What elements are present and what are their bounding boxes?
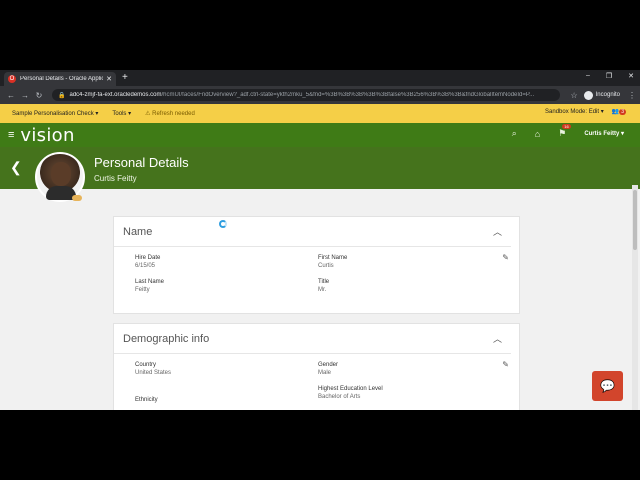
- field-value: Bachelor of Arts: [318, 394, 361, 400]
- loading-spinner-icon: [219, 220, 227, 228]
- field-label: Highest Education Level: [318, 386, 383, 392]
- sandbox-people-icon[interactable]: 👥 3: [612, 108, 626, 115]
- person-name: Curtis Feitty: [94, 174, 137, 183]
- page-scrollbar[interactable]: [632, 185, 638, 410]
- chevron-up-icon[interactable]: ︿: [493, 225, 502, 238]
- last-name-field: Last Name Feitty: [135, 279, 164, 293]
- field-label: Ethnicity: [135, 397, 158, 403]
- scroll-thumb[interactable]: [633, 190, 637, 250]
- personalisation-menu[interactable]: Sample Personalisation Check ▾: [12, 110, 98, 117]
- field-value: Mr.: [318, 287, 327, 293]
- edit-pencil-icon[interactable]: ✎: [502, 360, 509, 369]
- page-title: Personal Details: [94, 155, 189, 170]
- url-path: /hcmUI/faces/FndOverview?_adf.ctrl-state…: [161, 92, 535, 98]
- chevron-up-icon[interactable]: ︿: [493, 332, 502, 345]
- sandbox-mode-menu[interactable]: Sandbox Mode: Edit ▾: [545, 108, 604, 115]
- page-title-band: ❮ Personal Details Curtis Feitty: [0, 147, 640, 202]
- hamburger-menu-icon[interactable]: ≡: [8, 129, 14, 141]
- sandbox-right: Sandbox Mode: Edit ▾ 👥 3: [545, 108, 626, 115]
- notifications-icon[interactable]: ⚑ 16: [558, 124, 571, 139]
- hire-date-field: Hire Date 6/15/05: [135, 255, 160, 269]
- refresh-label: Refresh needed: [152, 111, 195, 117]
- url-text: adc4-zmjf-fa-ext.oracledemos.com/hcmUI/f…: [69, 92, 534, 98]
- address-bar: ← → ↻ 🔒 adc4-zmjf-fa-ext.oracledemos.com…: [0, 86, 640, 104]
- gender-field: Gender Male: [318, 362, 338, 376]
- chat-bubble-icon: 💬: [600, 379, 615, 393]
- status-badge: [72, 195, 82, 201]
- browser-tab[interactable]: O Personal Details - Oracle Applica ✕: [4, 72, 116, 86]
- url-host: adc4-zmjf-fa-ext.oracledemos.com: [69, 92, 162, 98]
- search-icon[interactable]: ⌕: [512, 128, 517, 139]
- window-controls: – ❐ ✕: [586, 72, 634, 80]
- bookmark-star-icon[interactable]: ☆: [570, 91, 577, 100]
- name-card: Name ︿ ✎ Hire Date 6/15/05 First Name Cu…: [113, 216, 520, 314]
- first-name-field: First Name Curtis: [318, 255, 347, 269]
- avatar-face: [51, 162, 71, 186]
- browser-menu-icon[interactable]: ⋮: [628, 91, 636, 100]
- field-value: United States: [135, 370, 172, 376]
- field-label: First Name: [318, 255, 348, 261]
- refresh-needed-link[interactable]: ⚠ Refresh needed: [145, 110, 195, 117]
- education-field: Highest Education Level Bachelor of Arts: [318, 386, 383, 400]
- field-value: Curtis: [318, 263, 334, 269]
- close-tab-icon[interactable]: ✕: [106, 75, 112, 83]
- home-icon[interactable]: ⌂: [535, 129, 540, 139]
- restore-icon[interactable]: ❐: [606, 72, 612, 80]
- incognito-indicator: Incognito: [583, 90, 620, 100]
- title-field: Title Mr.: [318, 279, 329, 293]
- oracle-favicon-icon: O: [8, 75, 16, 83]
- chat-button[interactable]: 💬: [592, 371, 623, 401]
- ethnicity-field: Ethnicity: [135, 397, 158, 405]
- name-card-header[interactable]: Name ︿: [114, 217, 511, 247]
- tab-strip: O Personal Details - Oracle Applica ✕ + …: [0, 70, 640, 86]
- new-tab-icon[interactable]: +: [122, 72, 128, 84]
- field-label: Last Name: [135, 279, 165, 285]
- demographic-card-header[interactable]: Demographic info ︿: [114, 324, 511, 354]
- back-nav-icon[interactable]: ←: [4, 91, 18, 100]
- url-field[interactable]: 🔒 adc4-zmjf-fa-ext.oracledemos.com/hcmUI…: [52, 89, 561, 101]
- reload-icon[interactable]: ↻: [32, 91, 46, 100]
- user-menu[interactable]: Curtis Feitty ▾: [584, 130, 624, 137]
- field-label: Country: [135, 362, 157, 368]
- back-chevron-icon[interactable]: ❮: [10, 159, 22, 176]
- card-title: Name: [123, 225, 153, 238]
- minimize-icon[interactable]: –: [586, 72, 590, 80]
- field-label: Title: [318, 279, 330, 285]
- sandbox-badge: 3: [619, 109, 626, 115]
- notification-count: 16: [562, 124, 571, 129]
- forward-nav-icon[interactable]: →: [18, 91, 32, 100]
- header-actions: ⌕ ⌂ ⚑ 16 Curtis Feitty ▾: [512, 124, 624, 139]
- demographic-card: Demographic info ︿ ✎ Country United Stat…: [113, 323, 520, 410]
- tab-title: Personal Details - Oracle Applica: [20, 76, 104, 82]
- tools-menu[interactable]: Tools ▾: [112, 110, 131, 117]
- lock-icon: 🔒: [58, 92, 66, 99]
- browser-window: O Personal Details - Oracle Applica ✕ + …: [0, 70, 640, 410]
- close-window-icon[interactable]: ✕: [628, 72, 634, 80]
- incognito-icon: [583, 90, 593, 100]
- sandbox-bar: Sample Personalisation Check ▾ Tools ▾ ⚠…: [0, 104, 640, 123]
- card-title: Demographic info: [123, 332, 210, 345]
- field-label: Gender: [318, 362, 339, 368]
- app-header: ≡ vision ⌕ ⌂ ⚑ 16 Curtis Feitty ▾: [0, 123, 640, 147]
- vision-logo[interactable]: vision: [20, 125, 74, 146]
- field-value: Male: [318, 370, 332, 376]
- country-field: Country United States: [135, 362, 171, 376]
- edit-pencil-icon[interactable]: ✎: [502, 253, 509, 262]
- field-value: 6/15/05: [135, 263, 156, 269]
- field-value: Feitty: [135, 287, 150, 293]
- field-label: Hire Date: [135, 255, 161, 261]
- incognito-label: Incognito: [595, 92, 620, 98]
